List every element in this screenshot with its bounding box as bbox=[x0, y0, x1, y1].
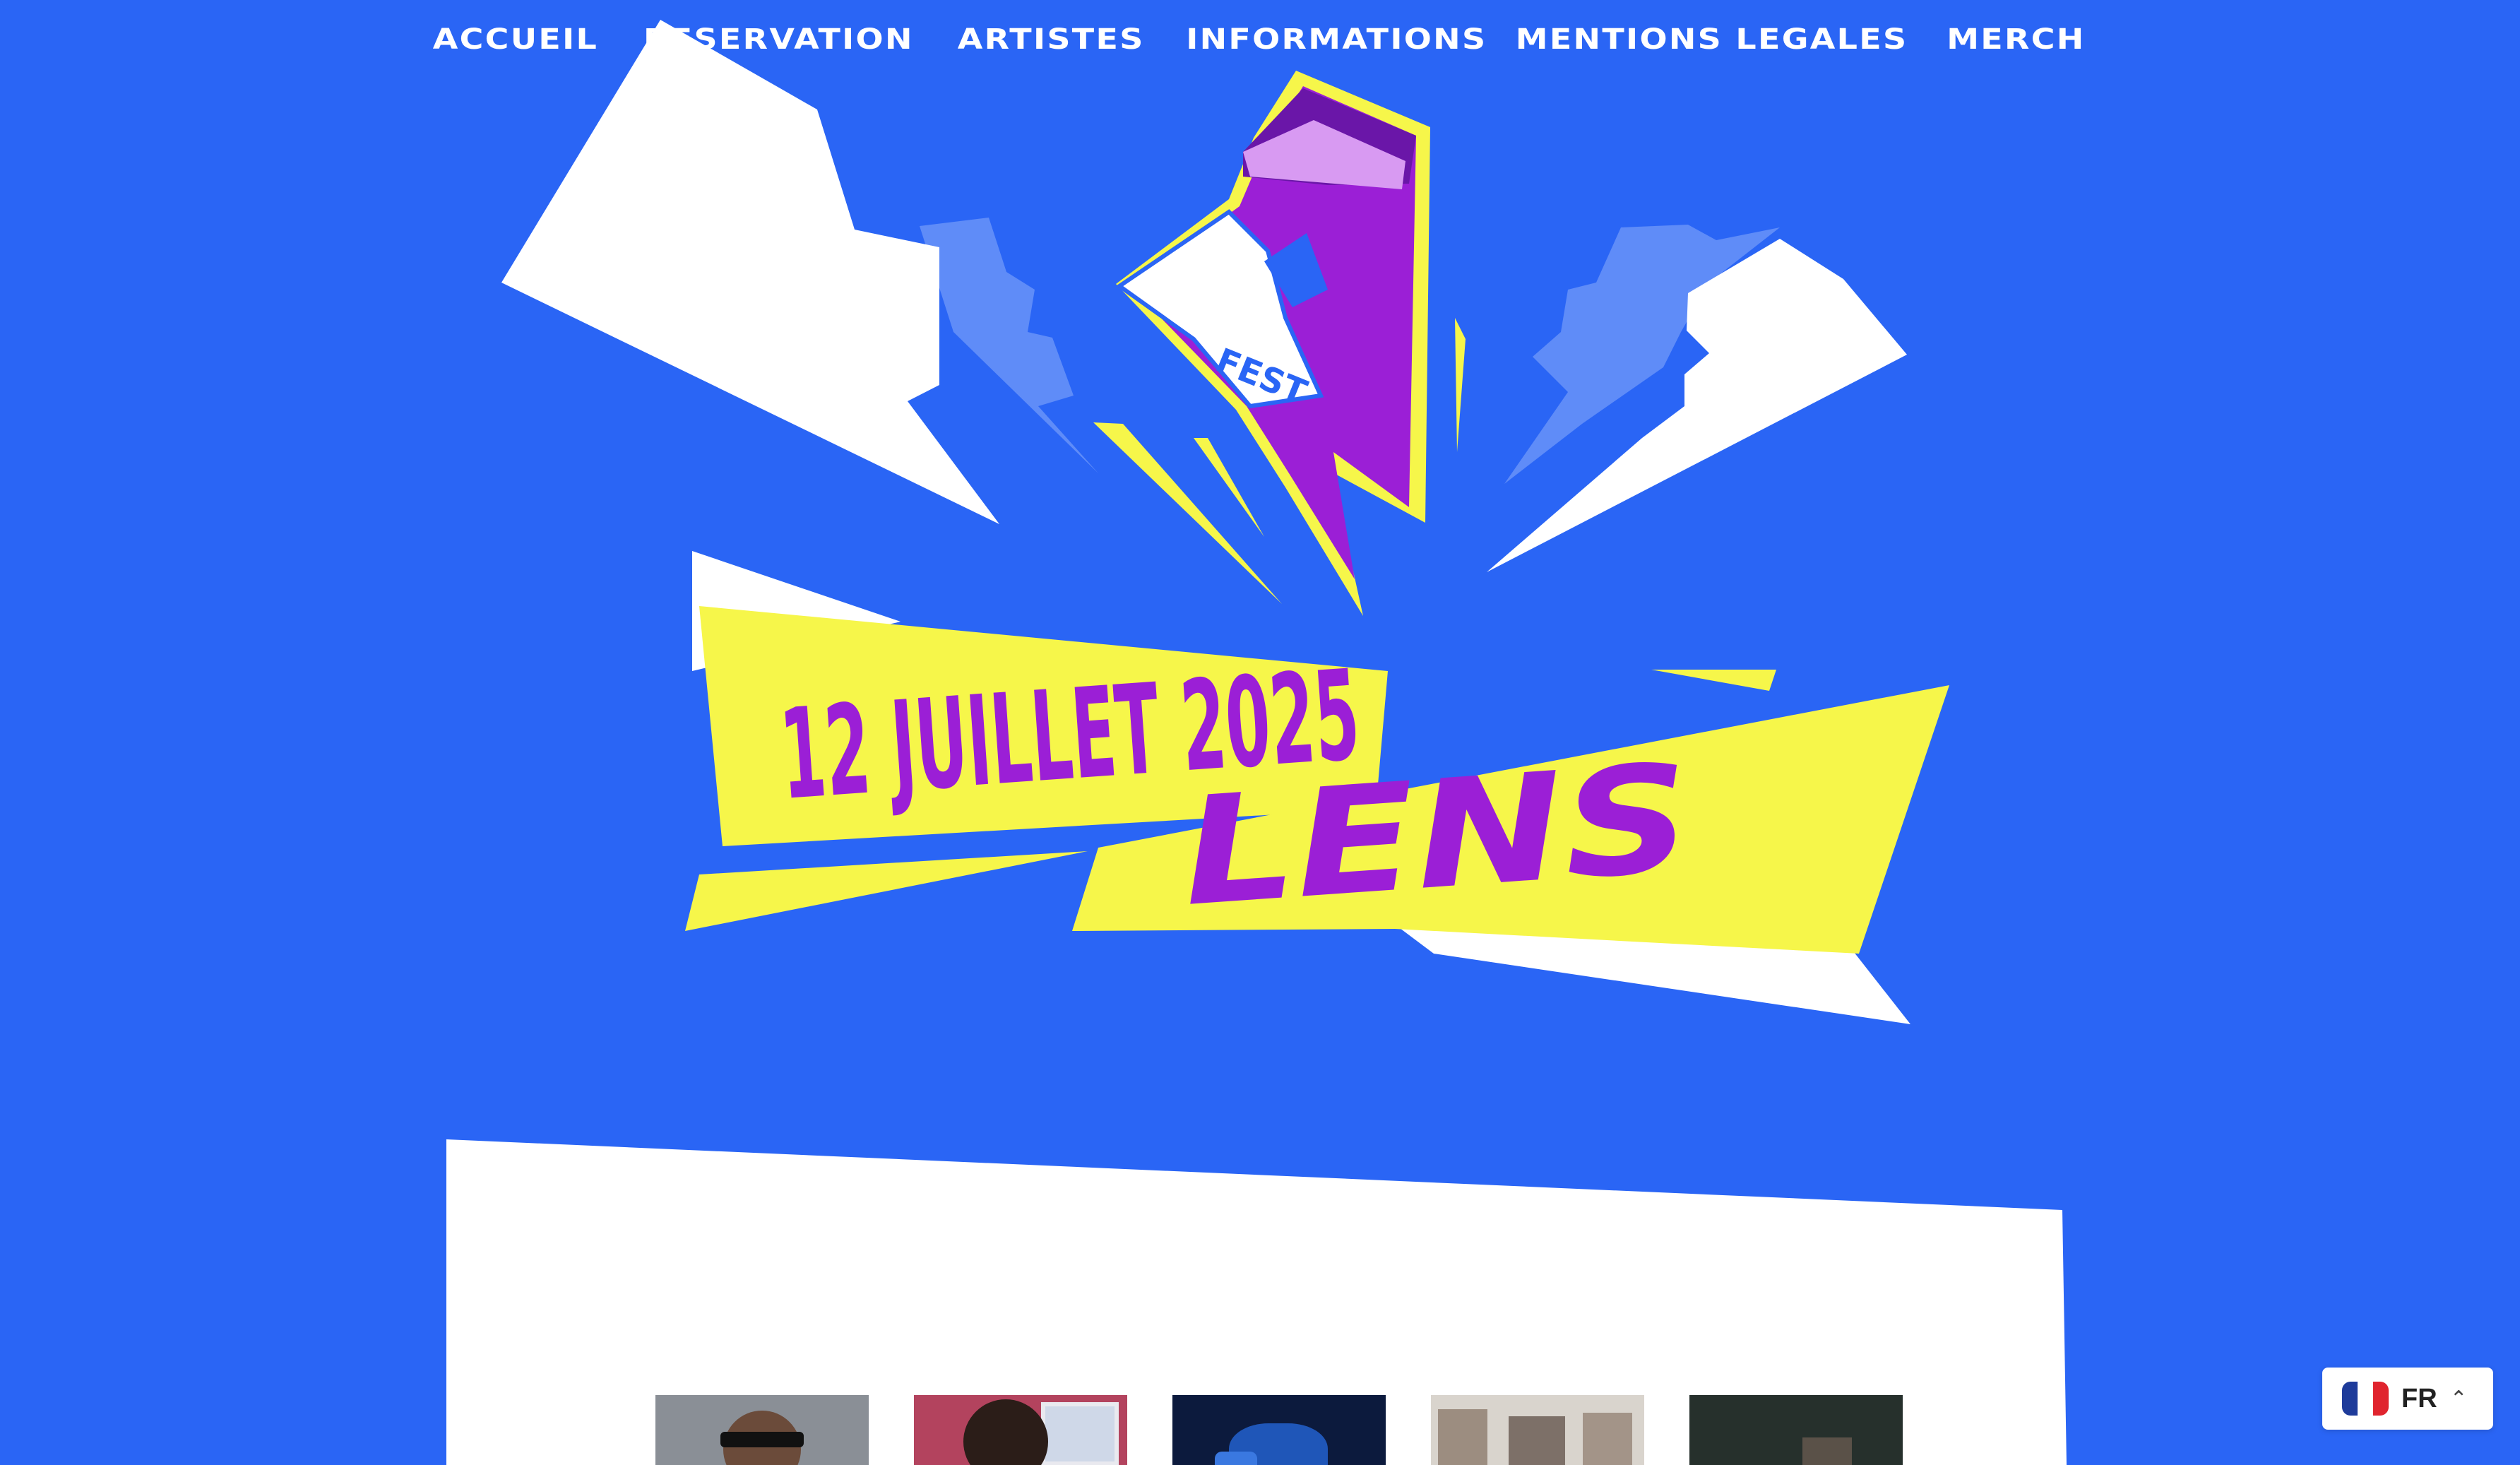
event-city: LENS bbox=[1177, 731, 1696, 939]
nav-item-accueil[interactable]: ACCUEIL bbox=[433, 21, 598, 58]
nav-item-reservation[interactable]: RESERVATION bbox=[643, 21, 914, 58]
artist-thumbnail[interactable] bbox=[1689, 1395, 1903, 1465]
chevron-up-icon: ⌃ bbox=[2449, 1386, 2468, 1411]
page: ACCUEIL RESERVATION ARTISTES INFORMATION… bbox=[0, 0, 2520, 1465]
artist-thumbnail[interactable] bbox=[914, 1395, 1127, 1465]
france-flag-icon bbox=[2342, 1382, 2389, 1416]
artist-thumbnail[interactable] bbox=[655, 1395, 869, 1465]
yellow-sparks bbox=[1093, 318, 1776, 691]
artist-thumbnail[interactable] bbox=[1172, 1395, 1386, 1465]
artist-thumbnail[interactable] bbox=[1431, 1395, 1644, 1465]
nav-item-informations[interactable]: INFORMATIONS bbox=[1186, 21, 1487, 58]
artist-thumbnails bbox=[655, 1395, 1903, 1465]
main-nav: ACCUEIL RESERVATION ARTISTES INFORMATION… bbox=[0, 21, 2520, 58]
nav-item-merch[interactable]: MERCH bbox=[1947, 21, 2085, 58]
language-code: FR bbox=[2401, 1383, 2437, 1413]
fest-logo: FEST bbox=[1115, 71, 1430, 616]
nav-item-mentions-legales[interactable]: MENTIONS LEGALES bbox=[1516, 21, 1908, 58]
hero-artwork: FEST 12 JUILLET 2025 LENS bbox=[501, 20, 1949, 1024]
nav-item-artistes[interactable]: ARTISTES bbox=[958, 21, 1145, 58]
language-selector[interactable]: FR ⌃ bbox=[2322, 1368, 2493, 1430]
